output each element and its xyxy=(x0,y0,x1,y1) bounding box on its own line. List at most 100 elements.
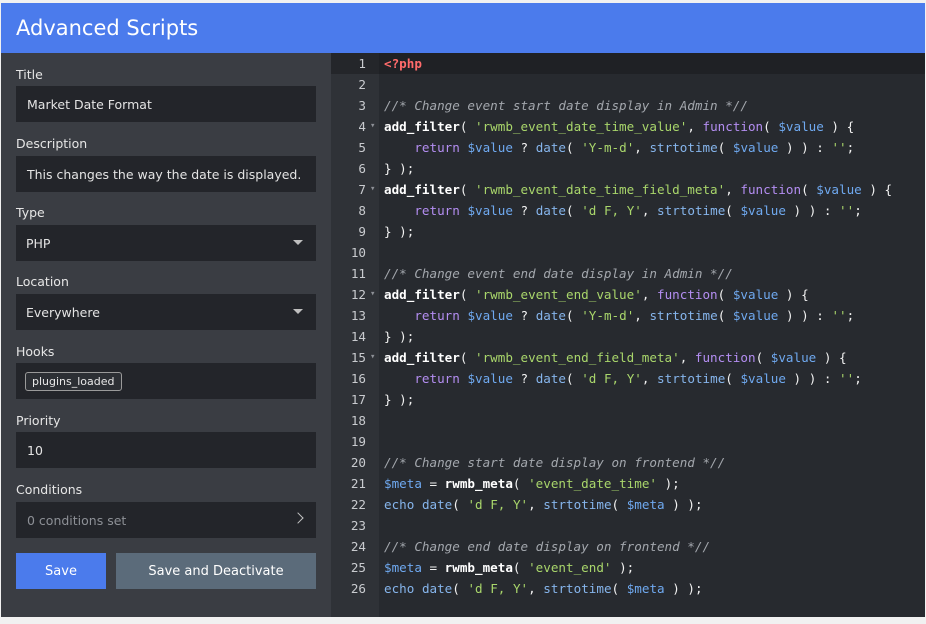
line-number: 16 xyxy=(350,371,366,386)
code-line[interactable]: 25 $meta = rwmb_meta( 'event_end' ); xyxy=(331,557,925,578)
code-token: date xyxy=(535,371,567,386)
code-token: add_filter xyxy=(384,350,460,365)
code-token: } ); xyxy=(384,329,415,344)
code-token: 'event_end' xyxy=(528,560,612,575)
code-token: ( xyxy=(566,308,582,323)
code-line[interactable]: 2 xyxy=(331,74,925,95)
code-line[interactable]: 16 return $value ? date( 'd F, Y', strto… xyxy=(331,368,925,389)
code-line[interactable]: 17} ); xyxy=(331,389,925,410)
code-text: add_filter( 'rwmb_event_date_time_value'… xyxy=(384,116,854,137)
code-token: date xyxy=(421,581,453,596)
code-line[interactable]: 19 xyxy=(331,431,925,452)
fold-toggle-icon[interactable]: ▾ xyxy=(370,179,375,200)
save-button[interactable]: Save xyxy=(16,553,106,589)
code-token: $value xyxy=(740,371,786,386)
code-token: date xyxy=(535,140,567,155)
code-token: date xyxy=(421,497,453,512)
code-line[interactable]: 1 <?php xyxy=(331,53,925,74)
conditions-label: Conditions xyxy=(16,482,83,497)
code-token: strtotime xyxy=(543,581,612,596)
code-token: //* Change event start date display in A… xyxy=(384,98,748,113)
line-number: 20 xyxy=(350,455,366,470)
code-token: $value xyxy=(467,371,513,386)
save-and-deactivate-button[interactable]: Save and Deactivate xyxy=(116,553,316,589)
fold-toggle-icon[interactable]: ▾ xyxy=(370,347,375,368)
code-token: rwmb_meta xyxy=(444,476,513,491)
fold-toggle-icon[interactable]: ▾ xyxy=(370,116,375,137)
code-token: ; xyxy=(854,371,862,386)
code-token: date xyxy=(535,203,567,218)
code-line[interactable]: 12 ▾ add_filter( 'rwmb_event_end_value', f… xyxy=(331,284,925,305)
code-token: ) ) : xyxy=(785,371,840,386)
code-line[interactable]: 18 xyxy=(331,410,925,431)
code-token: $value xyxy=(467,308,513,323)
code-token: strtotime xyxy=(657,371,726,386)
code-token: echo xyxy=(384,497,415,512)
code-line[interactable]: 22 echo date( 'd F, Y', strtotime( $meta … xyxy=(331,494,925,515)
code-text: //* Change event start date display in A… xyxy=(384,95,748,116)
line-number: 25 xyxy=(350,560,366,575)
code-line[interactable]: 8 return $value ? date( 'd F, Y', strtot… xyxy=(331,200,925,221)
code-token: ( xyxy=(717,287,733,302)
description-input[interactable]: This changes the way the date is display… xyxy=(16,156,316,192)
code-line[interactable]: 14} ); xyxy=(331,326,925,347)
code-text: } ); xyxy=(384,158,414,179)
code-token: ( xyxy=(611,581,627,596)
code-line[interactable]: 10 xyxy=(331,242,925,263)
code-editor[interactable]: 1 <?php 2 3//* Change event start date disp… xyxy=(331,53,925,617)
code-token: 'd F, Y' xyxy=(581,203,642,218)
chevron-down-icon xyxy=(293,309,303,314)
code-line[interactable]: 20 //* Change start date display on front… xyxy=(331,452,925,473)
code-token: ( xyxy=(566,140,582,155)
fold-toggle-icon[interactable]: ▾ xyxy=(370,284,375,305)
code-line[interactable]: 11 //* Change event end date display in A… xyxy=(331,263,925,284)
code-token: ; xyxy=(846,140,855,155)
code-line[interactable]: 4 ▾ add_filter( 'rwmb_event_date_time_valu… xyxy=(331,116,925,137)
code-token: ) { xyxy=(861,182,893,197)
code-token: //* Change start date display on fronten… xyxy=(384,455,726,470)
conditions-selector[interactable]: 0 conditions set xyxy=(16,502,316,538)
code-token: , xyxy=(641,371,658,386)
conditions-value: 0 conditions set xyxy=(27,512,127,528)
hook-tag-plugins-loaded[interactable]: plugins_loaded xyxy=(25,371,122,391)
code-token: '' xyxy=(831,140,847,155)
code-line[interactable]: 26 echo date( 'd F, Y', strtotime( $meta … xyxy=(331,578,925,599)
line-number: 3 xyxy=(358,98,366,113)
hooks-input[interactable]: plugins_loaded xyxy=(16,363,316,399)
code-line[interactable]: 5 return $value ? date( 'Y-m-d', strtoti… xyxy=(331,137,925,158)
code-line[interactable]: 15 ▾ add_filter( 'rwmb_event_end_field_met… xyxy=(331,347,925,368)
code-token: 'Y-m-d' xyxy=(581,140,635,155)
code-token: } ); xyxy=(384,392,415,407)
line-number: 1 xyxy=(331,53,379,74)
code-token: //* Change event end date display in Adm… xyxy=(384,266,733,281)
code-line[interactable]: 23 xyxy=(331,515,925,536)
code-text: $meta = rwmb_meta( 'event_date_time' ); xyxy=(384,473,680,494)
code-token: strtotime xyxy=(543,497,612,512)
app-header: Advanced Scripts xyxy=(1,3,925,53)
code-line[interactable]: 21 $meta = rwmb_meta( 'event_date_time' )… xyxy=(331,473,925,494)
code-line[interactable]: 24 //* Change end date display on fronten… xyxy=(331,536,925,557)
code-token: ) ) : xyxy=(778,140,832,155)
code-token: ( xyxy=(801,182,817,197)
code-token: 'd F, Y' xyxy=(467,497,529,512)
title-input[interactable]: Market Date Format xyxy=(16,86,316,122)
line-number: 23 xyxy=(350,518,366,533)
code-line[interactable]: 6} ); xyxy=(331,158,925,179)
code-token: ( xyxy=(566,371,582,386)
code-token: '' xyxy=(831,308,847,323)
code-line[interactable]: 7 ▾ add_filter( 'rwmb_event_date_time_fiel… xyxy=(331,179,925,200)
code-token: ); xyxy=(657,476,680,491)
code-text: echo date( 'd F, Y', strtotime( $meta ) … xyxy=(384,578,703,599)
type-select[interactable]: PHP xyxy=(16,225,316,261)
location-select[interactable]: Everywhere xyxy=(16,294,316,330)
code-line[interactable]: 13 return $value ? date( 'Y-m-d', strtot… xyxy=(331,305,925,326)
priority-input[interactable]: 10 xyxy=(16,432,316,468)
code-line[interactable]: 3 //* Change event start date display in … xyxy=(331,95,925,116)
line-number: 11 xyxy=(350,266,366,281)
code-token: 'rwmb_event_date_time_value' xyxy=(475,119,688,134)
code-line[interactable]: 9} ); xyxy=(331,221,925,242)
code-token: return xyxy=(414,371,460,386)
code-token: $value xyxy=(467,203,513,218)
code-token: strtotime xyxy=(649,308,718,323)
